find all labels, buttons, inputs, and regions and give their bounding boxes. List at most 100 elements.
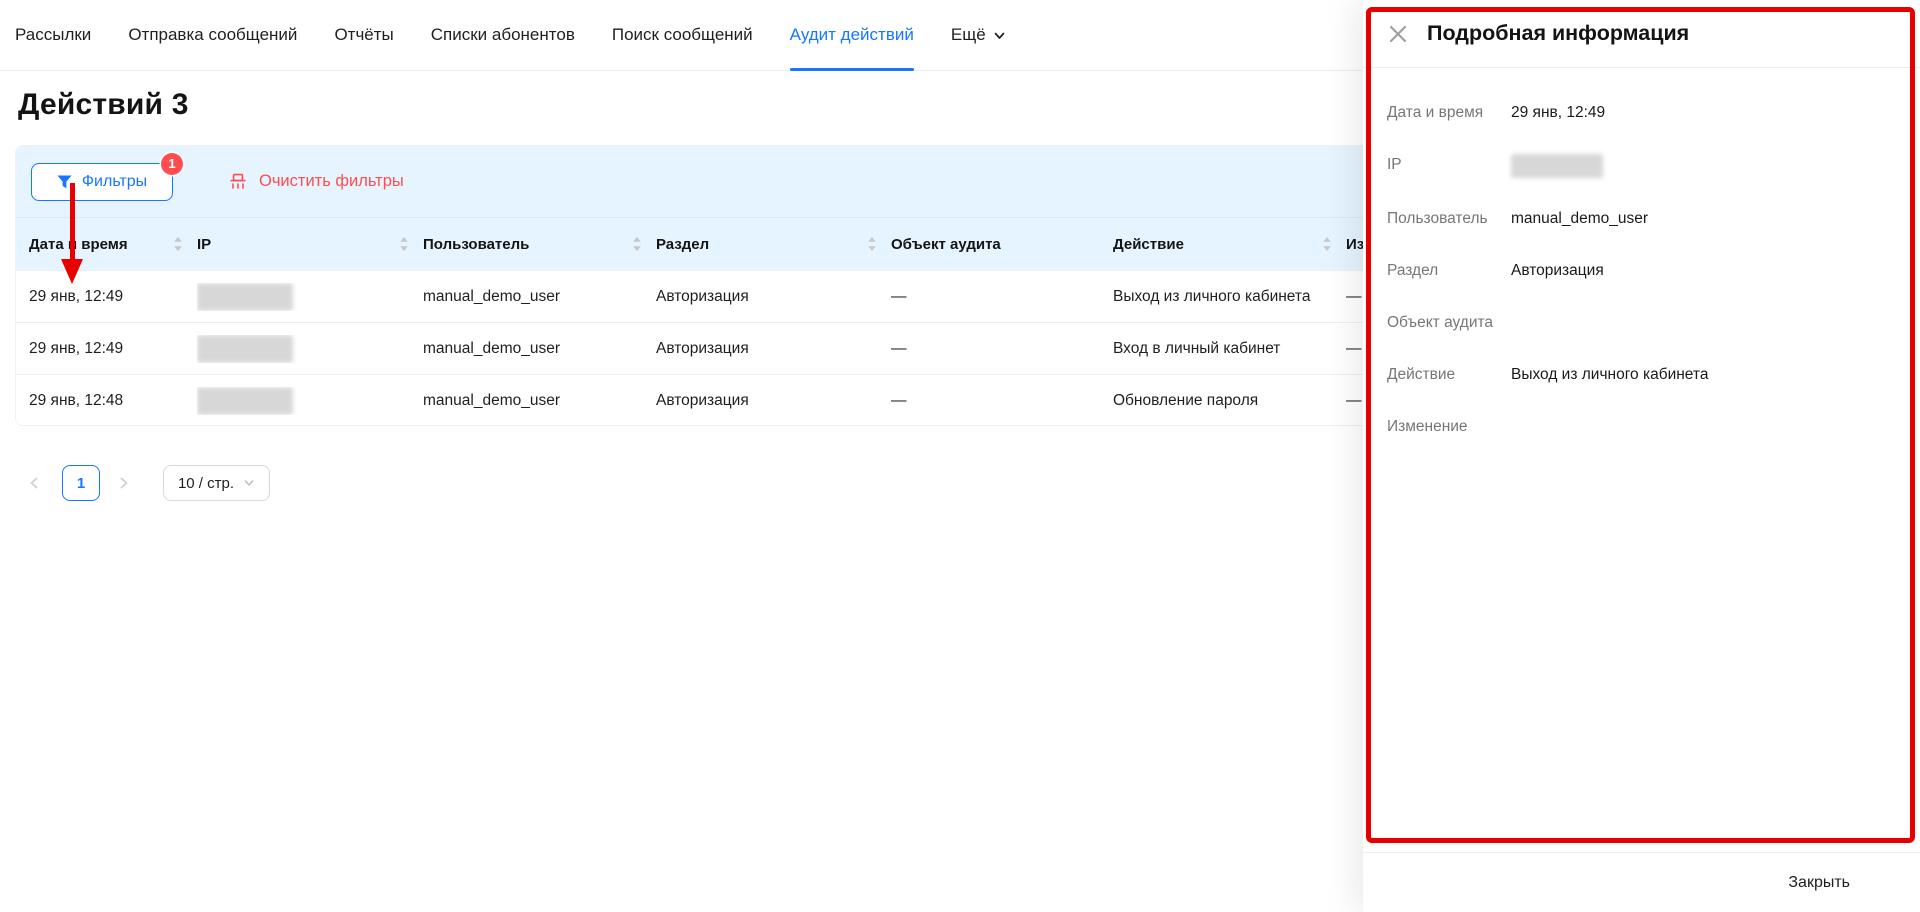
- active-tab-underline: [790, 68, 914, 71]
- drawer-field-change: Изменение: [1387, 416, 1896, 438]
- chevron-right-icon: [118, 476, 130, 490]
- redacted-ip-block: [1511, 154, 1603, 178]
- field-value: 29 янв, 12:49: [1511, 102, 1605, 124]
- column-label: Действие: [1113, 236, 1184, 253]
- field-label: IP: [1387, 154, 1511, 178]
- sort-icon: [1322, 237, 1332, 251]
- tab-spiski-abonentov[interactable]: Списки абонентов: [431, 0, 575, 70]
- cell-action: Выход из личного кабинета: [1113, 288, 1346, 306]
- cell-audit-object: —: [891, 392, 1113, 410]
- cell-section: Авторизация: [656, 392, 891, 410]
- page-title: Действий 3: [18, 88, 189, 122]
- close-icon: [1387, 23, 1409, 45]
- field-value: Авторизация: [1511, 260, 1604, 282]
- page-1-button[interactable]: 1: [62, 465, 100, 501]
- sort-icon: [173, 237, 183, 251]
- sort-icon: [399, 237, 409, 251]
- field-label: Изменение: [1387, 416, 1511, 438]
- cell-datetime: 29 янв, 12:49: [29, 288, 197, 306]
- chevron-down-icon: [243, 477, 255, 489]
- tab-label: Ещё: [951, 25, 986, 45]
- field-label: Раздел: [1387, 260, 1511, 282]
- page-size-select[interactable]: 10 / стр.: [163, 465, 270, 501]
- field-label: Дата и время: [1387, 102, 1511, 124]
- page-size-label: 10 / стр.: [178, 475, 234, 492]
- drawer-body: Дата и время 29 янв, 12:49 IP Пользовате…: [1363, 68, 1920, 438]
- tab-label: Аудит действий: [790, 25, 914, 45]
- cell-datetime: 29 янв, 12:48: [29, 392, 197, 410]
- cell-user: manual_demo_user: [423, 288, 656, 306]
- drawer-title: Подробная информация: [1427, 21, 1689, 46]
- column-header-audit-object: Объект аудита: [891, 236, 1113, 253]
- drawer-footer: Закрыть: [1363, 852, 1920, 912]
- field-value: [1511, 154, 1603, 178]
- column-label: Раздел: [656, 236, 709, 253]
- table-row[interactable]: 29 янв, 12:49 manual_demo_user Авторизац…: [16, 270, 1394, 322]
- field-value: Выход из личного кабинета: [1511, 364, 1708, 386]
- redacted-ip-block: [197, 335, 293, 363]
- tab-poisk-soobshcheniy[interactable]: Поиск сообщений: [612, 0, 753, 70]
- drawer-field-ip: IP: [1387, 154, 1896, 178]
- table-row[interactable]: 29 янв, 12:48 manual_demo_user Авторизац…: [16, 374, 1394, 426]
- tab-otpravka-soobshcheniy[interactable]: Отправка сообщений: [128, 0, 297, 70]
- pagination: 1 10 / стр.: [28, 465, 270, 501]
- tab-otchety[interactable]: Отчёты: [334, 0, 393, 70]
- cell-datetime: 29 янв, 12:49: [29, 340, 197, 358]
- next-page-button[interactable]: [118, 476, 130, 490]
- cell-ip: [197, 283, 423, 311]
- column-header-datetime[interactable]: Дата и время: [29, 236, 197, 253]
- cell-action: Вход в личный кабинет: [1113, 340, 1346, 358]
- column-header-section[interactable]: Раздел: [656, 236, 891, 253]
- filter-icon: [57, 175, 72, 189]
- field-value: manual_demo_user: [1511, 208, 1648, 230]
- drawer-field-action: Действие Выход из личного кабинета: [1387, 364, 1896, 386]
- sort-icon: [867, 237, 877, 251]
- column-label: Пользователь: [423, 236, 529, 253]
- column-label: IP: [197, 236, 211, 253]
- field-label: Объект аудита: [1387, 312, 1511, 334]
- cell-user: manual_demo_user: [423, 340, 656, 358]
- column-label: Дата и время: [29, 236, 128, 253]
- cell-section: Авторизация: [656, 340, 891, 358]
- tab-audit-deystviy[interactable]: Аудит действий: [790, 0, 914, 70]
- drawer-field-user: Пользователь manual_demo_user: [1387, 208, 1896, 230]
- audit-table-card: Фильтры 1 Очистить фильтры Дата и время …: [15, 145, 1395, 426]
- column-header-ip[interactable]: IP: [197, 236, 423, 253]
- cell-user: manual_demo_user: [423, 392, 656, 410]
- filter-bar: Фильтры 1 Очистить фильтры: [16, 146, 1394, 218]
- cell-action: Обновление пароля: [1113, 392, 1346, 410]
- redacted-ip-block: [197, 283, 293, 311]
- filters-button[interactable]: Фильтры 1: [31, 163, 173, 201]
- column-header-user[interactable]: Пользователь: [423, 236, 656, 253]
- cell-audit-object: —: [891, 340, 1113, 358]
- clear-filters-icon: [228, 172, 248, 192]
- drawer-close-button[interactable]: Закрыть: [1788, 874, 1850, 892]
- details-drawer: Подробная информация Дата и время 29 янв…: [1363, 0, 1920, 912]
- drawer-field-audit-object: Объект аудита: [1387, 312, 1896, 334]
- prev-page-button[interactable]: [28, 476, 40, 490]
- filter-count-badge: 1: [161, 153, 183, 175]
- clear-filters-label: Очистить фильтры: [259, 172, 404, 191]
- tab-rassylki[interactable]: Рассылки: [15, 0, 91, 70]
- cell-ip: [197, 387, 423, 415]
- cell-ip: [197, 335, 423, 363]
- cell-section: Авторизация: [656, 288, 891, 306]
- redacted-ip-block: [197, 387, 293, 415]
- filters-button-label: Фильтры: [82, 173, 147, 191]
- field-label: Пользователь: [1387, 208, 1511, 230]
- table-header: Дата и время IP Пользователь Раздел Объе…: [16, 218, 1394, 270]
- cell-audit-object: —: [891, 288, 1113, 306]
- column-label: Объект аудита: [891, 236, 1001, 253]
- drawer-header: Подробная информация: [1363, 0, 1920, 68]
- tab-more[interactable]: Ещё: [951, 0, 1006, 70]
- clear-filters-button[interactable]: Очистить фильтры: [228, 146, 404, 217]
- column-header-action[interactable]: Действие: [1113, 236, 1346, 253]
- drawer-field-section: Раздел Авторизация: [1387, 260, 1896, 282]
- field-label: Действие: [1387, 364, 1511, 386]
- chevron-down-icon: [993, 29, 1006, 42]
- drawer-field-datetime: Дата и время 29 янв, 12:49: [1387, 102, 1896, 124]
- drawer-close-x-button[interactable]: [1387, 23, 1409, 45]
- sort-icon: [632, 237, 642, 251]
- chevron-left-icon: [28, 476, 40, 490]
- table-row[interactable]: 29 янв, 12:49 manual_demo_user Авторизац…: [16, 322, 1394, 374]
